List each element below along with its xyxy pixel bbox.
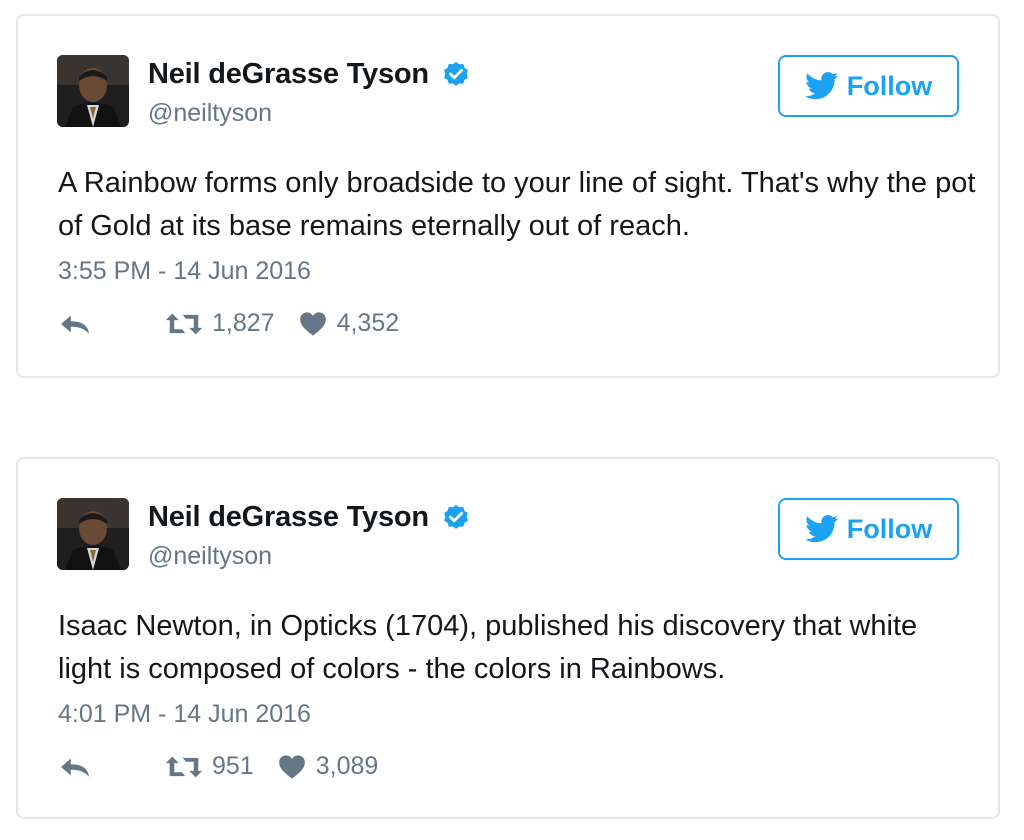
retweet-count: 951 <box>212 752 254 780</box>
like-count: 3,089 <box>315 752 379 780</box>
verified-badge-icon <box>444 504 468 529</box>
follow-button[interactable]: Follow <box>778 498 959 560</box>
like-count: 4,352 <box>336 309 400 337</box>
retweet-action[interactable]: 1,827 <box>128 309 275 338</box>
author-name-row: Neil deGrasse Tyson <box>148 58 471 91</box>
display-name[interactable]: Neil deGrasse Tyson <box>148 501 429 534</box>
tweet-timestamp[interactable]: 4:01 PM - 14 Jun 2016 <box>58 700 311 729</box>
retweet-count: 1,827 <box>212 309 275 337</box>
retweet-action[interactable]: 951 <box>128 752 254 781</box>
avatar[interactable] <box>57 55 129 127</box>
tweet-text: Isaac Newton, in Opticks (1704), publish… <box>58 610 918 685</box>
reply-icon[interactable] <box>58 753 92 781</box>
retweet-icon <box>165 313 203 334</box>
avatar[interactable] <box>57 498 129 570</box>
retweet-icon <box>165 756 203 777</box>
tweet-actions: 1,827 4,352 <box>58 309 399 338</box>
like-action[interactable]: 4,352 <box>275 309 400 338</box>
heart-icon <box>299 311 326 336</box>
reply-icon[interactable] <box>58 310 92 338</box>
user-handle[interactable]: @neiltyson <box>148 99 272 128</box>
tweet-text: A Rainbow forms only broadside to your l… <box>58 167 976 242</box>
heart-icon <box>278 754 305 779</box>
tweet-card: Neil deGrasse Tyson @neiltyson Follow Is… <box>16 457 1000 819</box>
twitter-bird-icon <box>804 515 838 543</box>
tweet-card: Neil deGrasse Tyson @neiltyson Follow A … <box>16 14 1000 378</box>
user-handle[interactable]: @neiltyson <box>148 542 272 571</box>
tweet-timestamp[interactable]: 3:55 PM - 14 Jun 2016 <box>58 257 311 286</box>
verified-badge-icon <box>444 61 468 86</box>
like-action[interactable]: 3,089 <box>254 752 379 781</box>
display-name[interactable]: Neil deGrasse Tyson <box>148 58 429 91</box>
follow-button-label: Follow <box>846 513 933 544</box>
twitter-bird-icon <box>804 72 838 100</box>
follow-button[interactable]: Follow <box>778 55 959 117</box>
author-name-row: Neil deGrasse Tyson <box>148 501 471 534</box>
tweet-actions: 951 3,089 <box>58 752 378 781</box>
follow-button-label: Follow <box>846 70 933 101</box>
